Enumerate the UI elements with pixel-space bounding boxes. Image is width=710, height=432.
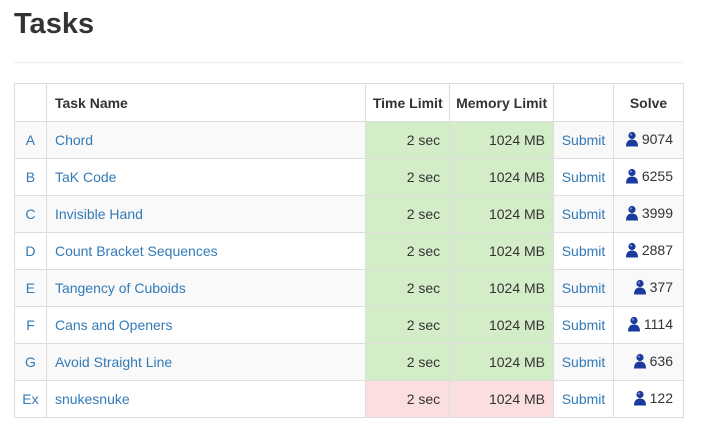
solve-count-cell[interactable]: 6255 [612,158,685,196]
solve-count: 9074 [641,130,673,147]
table-row: A Chord 2 sec 1024 MB Submit 9074 [14,121,685,159]
header-time-limit: Time Limit [365,83,451,122]
task-name-link[interactable]: Avoid Straight Line [45,343,367,381]
task-name-link[interactable]: snukesnuke [45,380,367,418]
solve-count-cell[interactable]: 636 [612,343,685,381]
user-icon [625,242,639,261]
memory-limit-cell: 1024 MB [449,121,555,159]
time-limit-cell: 2 sec [365,195,451,233]
table-row: B TaK Code 2 sec 1024 MB Submit 6255 [14,158,685,196]
tasks-table: Task Name Time Limit Memory Limit Solve … [14,83,685,418]
task-id-link[interactable]: F [14,306,47,344]
task-id-link[interactable]: E [14,269,47,307]
user-icon [625,205,639,224]
header-id [14,83,47,122]
submit-link[interactable]: Submit [553,232,614,270]
user-icon [633,390,647,409]
header-task-name: Task Name [45,83,367,122]
task-name-link[interactable]: Invisible Hand [45,195,367,233]
user-icon [633,353,647,372]
task-id-link[interactable]: G [14,343,47,381]
memory-limit-cell: 1024 MB [449,306,555,344]
solve-count: 6255 [641,167,673,184]
solve-count-cell[interactable]: 122 [612,380,685,418]
page-title: Tasks [14,8,95,40]
table-row: E Tangency of Cuboids 2 sec 1024 MB Submit 37… [14,269,685,307]
submit-link[interactable]: Submit [553,306,614,344]
title-divider [14,62,684,63]
header-solve[interactable]: Solve [612,83,685,122]
user-icon [633,279,647,298]
table-row: G Avoid Straight Line 2 sec 1024 MB Submit 63… [14,343,685,381]
task-id-link[interactable]: B [14,158,47,196]
header-memory-limit: Memory Limit [449,83,555,122]
time-limit-cell: 2 sec [365,343,451,381]
task-name-link[interactable]: Count Bracket Sequences [45,232,367,270]
user-icon [627,316,641,335]
memory-limit-cell: 1024 MB [449,158,555,196]
task-id-link[interactable]: D [14,232,47,270]
solve-count-cell[interactable]: 1114 [612,306,685,344]
task-id-link[interactable]: Ex [14,380,47,418]
memory-limit-cell: 1024 MB [449,195,555,233]
solve-count-cell[interactable]: 9074 [612,121,685,159]
solve-count: 3999 [641,204,673,221]
time-limit-cell: 2 sec [365,121,451,159]
submit-link[interactable]: Submit [553,269,614,307]
table-row: F Cans and Openers 2 sec 1024 MB Submit 1114 [14,306,685,344]
solve-count-cell[interactable]: 2887 [612,232,685,270]
table-header-row: Task Name Time Limit Memory Limit Solve [14,83,685,122]
task-name-link[interactable]: Tangency of Cuboids [45,269,367,307]
solve-count: 122 [649,389,673,406]
solve-count: 636 [649,352,673,369]
task-name-link[interactable]: Cans and Openers [45,306,367,344]
time-limit-cell: 2 sec [365,232,451,270]
task-name-link[interactable]: TaK Code [45,158,367,196]
memory-limit-cell: 1024 MB [449,232,555,270]
task-id-link[interactable]: A [14,121,47,159]
task-id-link[interactable]: C [14,195,47,233]
memory-limit-cell: 1024 MB [449,269,555,307]
submit-link[interactable]: Submit [553,121,614,159]
solve-count: 377 [649,278,673,295]
time-limit-cell: 2 sec [365,306,451,344]
time-limit-cell: 2 sec [365,269,451,307]
solve-count: 1114 [643,315,673,332]
table-row: Ex snukesnuke 2 sec 1024 MB Submit 122 [14,380,685,418]
submit-link[interactable]: Submit [553,195,614,233]
task-name-link[interactable]: Chord [45,121,367,159]
solve-count-cell[interactable]: 377 [612,269,685,307]
header-submit [553,83,614,122]
solve-count: 2887 [641,241,673,258]
time-limit-cell: 2 sec [365,380,451,418]
submit-link[interactable]: Submit [553,380,614,418]
solve-count-cell[interactable]: 3999 [612,195,685,233]
user-icon [625,131,639,150]
table-row: C Invisible Hand 2 sec 1024 MB Submit 3999 [14,195,685,233]
time-limit-cell: 2 sec [365,158,451,196]
submit-link[interactable]: Submit [553,343,614,381]
submit-link[interactable]: Submit [553,158,614,196]
memory-limit-cell: 1024 MB [449,343,555,381]
memory-limit-cell: 1024 MB [449,380,555,418]
user-icon [625,168,639,187]
table-row: D Count Bracket Sequences 2 sec 1024 MB Subm… [14,232,685,270]
